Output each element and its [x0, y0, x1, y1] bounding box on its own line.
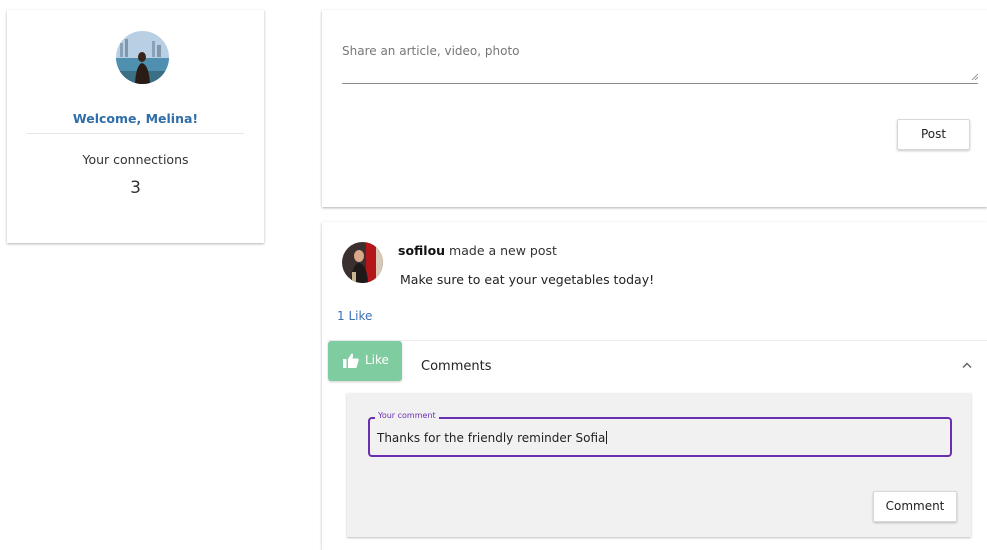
author-avatar[interactable]	[342, 242, 383, 283]
feed-post-card: sofilou made a new post Make sure to eat…	[322, 222, 987, 550]
text-cursor	[606, 431, 608, 444]
profile-avatar[interactable]	[116, 31, 169, 84]
comment-panel: Your comment Thanks for the friendly rem…	[347, 393, 971, 537]
post-body: Make sure to eat your vegetables today!	[400, 272, 655, 287]
comment-input-text: Thanks for the friendly reminder Sofia	[377, 431, 606, 445]
post-header: sofilou made a new post	[398, 243, 557, 258]
chevron-up-icon[interactable]	[961, 361, 973, 369]
profile-card: Welcome, Melina! Your connections 3	[7, 10, 264, 243]
post-action: made a new post	[445, 243, 557, 258]
comments-divider	[327, 340, 987, 341]
profile-divider	[27, 133, 244, 134]
share-input[interactable]: Share an article, video, photo	[342, 43, 978, 84]
welcome-message: Welcome, Melina!	[72, 111, 199, 126]
connections-count[interactable]: 3	[7, 178, 264, 198]
share-input-placeholder: Share an article, video, photo	[342, 44, 520, 58]
resize-grip-icon[interactable]	[971, 73, 978, 80]
comment-input-label: Your comment	[375, 411, 439, 420]
share-post-card: Share an article, video, photo Post	[322, 10, 987, 207]
comment-button[interactable]: Comment	[873, 491, 957, 522]
comments-toggle[interactable]: Comments	[421, 359, 491, 374]
comment-input[interactable]: Your comment Thanks for the friendly rem…	[368, 411, 952, 457]
like-button[interactable]: Like	[328, 341, 402, 381]
post-button[interactable]: Post	[897, 119, 970, 150]
thumbs-up-icon	[343, 353, 359, 368]
connections-label: Your connections	[82, 152, 189, 167]
like-label: Like	[365, 353, 389, 367]
post-author[interactable]: sofilou	[398, 243, 445, 258]
likes-count[interactable]: 1 Like	[337, 309, 372, 323]
comment-input-value[interactable]: Thanks for the friendly reminder Sofia	[377, 431, 608, 445]
